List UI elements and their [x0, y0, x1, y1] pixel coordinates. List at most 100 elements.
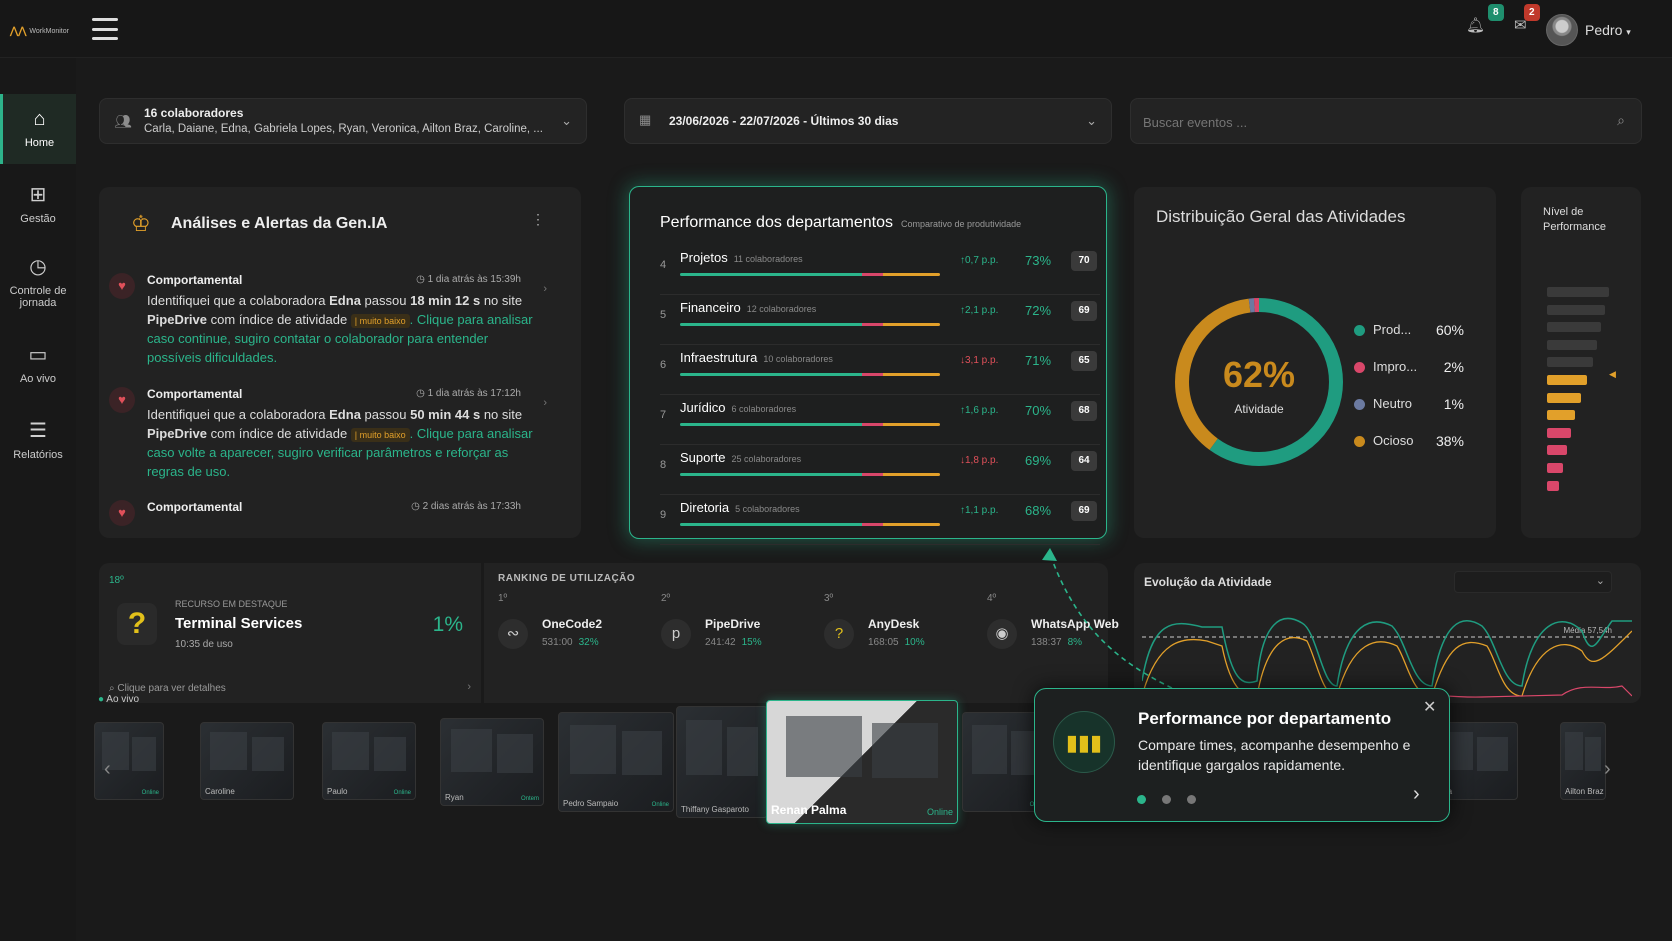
ai-lamp-icon: ♔	[131, 211, 151, 236]
department-rank: 8	[660, 459, 667, 471]
ranking-item[interactable]: 1º ∾ OneCode2 531:00 32%	[498, 593, 658, 649]
onboarding-tooltip: ▮▮▮ Performance por departamento Compare…	[1034, 688, 1450, 822]
live-thumbnail[interactable]: Pedro Sampaio Online	[558, 712, 674, 812]
messages-badge: 2	[1524, 4, 1540, 21]
productive-series	[1142, 617, 1632, 687]
featured-pct: 1%	[432, 613, 463, 636]
ranking-item[interactable]: 3º? AnyDesk 168:05 10%	[824, 593, 984, 649]
department-rank: 9	[660, 509, 667, 521]
alert-time: ◷ 2 dias atrás às 17:33h	[411, 501, 521, 512]
alert-type: Comportamental	[147, 273, 243, 287]
ai-alerts-card: ♔ Análises e Alertas da Gen.IA ⋮ ♥ Compo…	[99, 187, 581, 538]
department-row[interactable]: 7 Jurídico 6 colaboradores ↑1,6 p.p. 70% 68	[660, 395, 1100, 445]
legend-item: Ocioso 38%	[1354, 433, 1474, 449]
department-row[interactable]: 8 Suporte 25 colaboradores ↓1,8 p.p. 69% 64	[660, 445, 1100, 495]
activity-tag: | muito baixo	[350, 314, 410, 328]
legend-dot	[1354, 362, 1365, 374]
level-bar	[1547, 357, 1593, 368]
chevron-down-icon: ⌄	[1086, 113, 1097, 128]
chevron-right-icon: ›	[543, 397, 547, 409]
level-bar	[1547, 463, 1563, 473]
department-row[interactable]: 5 Financeiro 12 colaboradores ↑2,1 p.p. 72% 6…	[660, 295, 1100, 345]
sidebar-item-gestao[interactable]: ⊞ Gestão	[0, 182, 76, 242]
heart-icon: ♥	[109, 387, 135, 413]
thumbnail-status: Online	[141, 790, 159, 796]
close-icon[interactable]: ✕	[1423, 697, 1436, 717]
search-input[interactable]	[1143, 111, 1583, 133]
department-rank: 4	[660, 259, 667, 271]
date-range-filter[interactable]: ▦ 23/06/2026 - 22/07/2026 - Últimos 30 d…	[624, 98, 1112, 144]
ranking-title: RANKING DE UTILIZAÇÃO	[498, 573, 636, 584]
level-bar	[1547, 375, 1587, 385]
live-dot-icon: ●	[98, 694, 105, 705]
tooltip-next-icon[interactable]: ›	[1413, 783, 1420, 806]
chevron-down-icon: ⌄	[1595, 575, 1605, 587]
bell-icon[interactable]: 🔔︎	[1466, 16, 1485, 34]
search-icon[interactable]: ⌕	[1617, 112, 1625, 129]
alert-item[interactable]: ♥ Comportamental ◷ 2 dias atrás às 17:33…	[109, 500, 559, 538]
alert-type: Comportamental	[147, 387, 243, 401]
live-thumbnail[interactable]: Paulo Online	[322, 722, 416, 800]
live-thumbnail[interactable]: Thiffany Gasparoto	[676, 706, 768, 818]
level-bar	[1547, 304, 1605, 315]
level-bar	[1547, 392, 1581, 403]
bar-chart-icon: ▮▮▮	[1053, 711, 1115, 773]
menu-toggle-button[interactable]	[92, 18, 118, 40]
department-row[interactable]: 4 Projetos 11 colaboradores ↑0,7 p.p. 73% 70	[660, 245, 1100, 295]
department-count: 6 colaboradores	[731, 404, 797, 414]
featured-resource-card[interactable]: 18º ? RECURSO EM DESTAQUE Terminal Servi…	[99, 563, 481, 703]
ranking-stats: 241:42 15%	[705, 637, 762, 648]
alert-text: Identifiquei que a colaboradora Edna pas…	[147, 407, 533, 479]
department-name: Suporte 25 colaboradores	[680, 450, 802, 465]
department-name: Jurídico 6 colaboradores	[680, 400, 797, 415]
featured-usage: 10:35 de uso	[175, 639, 233, 650]
chevron-right-icon: ›	[467, 681, 471, 693]
department-pct: 73%	[1025, 253, 1052, 268]
donut-center-label: Atividade	[1234, 402, 1284, 416]
department-row[interactable]: 6 Infraestrutura 10 colaboradores ↓3,1 p.p.…	[660, 345, 1100, 395]
sidebar-item-ao-vivo[interactable]: ▭ Ao vivo	[0, 342, 76, 402]
featured-details-link[interactable]: ⌕ Clique para ver detalhes	[109, 683, 226, 694]
app-logo[interactable]: ⋀⋀ WorkMonitor	[10, 26, 69, 37]
level-bar	[1547, 480, 1559, 491]
search-events-field[interactable]: ⌕	[1130, 98, 1642, 144]
pagination-dot[interactable]	[1137, 795, 1146, 804]
tooltip-pagination	[1137, 791, 1212, 809]
sidebar-item-relatorios[interactable]: ☰ Relatórios	[0, 418, 76, 478]
live-thumbnail[interactable]: Caroline	[200, 722, 294, 800]
user-menu[interactable]: Pedro ▾	[1585, 22, 1631, 38]
thumbnail-name: Renan Palma	[771, 803, 847, 817]
carousel-prev-icon[interactable]: ‹	[104, 758, 111, 781]
live-thumbnail[interactable]: Ryan Ontem	[440, 718, 544, 806]
featured-label: RECURSO EM DESTAQUE	[175, 599, 288, 609]
sidebar-item-controle-jornada[interactable]: ◷ Controle de jornada	[0, 254, 76, 324]
period-select[interactable]: ⌄	[1454, 571, 1612, 593]
sidebar-item-home[interactable]: ⌂ Home	[0, 94, 76, 164]
thumbnail-name: Thiffany Gasparoto	[681, 805, 749, 814]
thumbnail-name: Paulo	[327, 787, 348, 796]
pagination-dot[interactable]	[1162, 795, 1171, 804]
department-row[interactable]: 9 Diretoria 5 colaboradores ↑1,1 p.p. 68% 69	[660, 495, 1100, 545]
tooltip-title: Performance por departamento	[1138, 709, 1392, 728]
performance-level-card: Nível de Performance ◀	[1521, 187, 1641, 538]
alert-item[interactable]: ♥ Comportamental ◷ 1 dia atrás às 15:39h…	[109, 273, 559, 373]
usage-ranking-card: RANKING DE UTILIZAÇÃO 1º ∾ OneCode2 531:00 3…	[484, 563, 1119, 703]
department-count: 5 colaboradores	[735, 504, 800, 514]
collaborators-filter[interactable]: 👥︎ 16 colaboradores Carla, Daiane, Edna,…	[99, 98, 587, 144]
thumbnail-status: Online	[926, 807, 953, 817]
live-thumbnail[interactable]: Renan Palma Online	[766, 700, 958, 824]
level-bar	[1547, 322, 1601, 333]
alert-item[interactable]: ♥ Comportamental ◷ 1 dia atrás às 17:12h…	[109, 387, 559, 487]
live-thumbnail[interactable]: Ailton Braz	[1560, 722, 1606, 800]
home-icon: ⌂	[33, 108, 46, 130]
ranking-item[interactable]: 2º p PipeDrive 241:42 15%	[661, 593, 821, 649]
thumbnail-name: Pedro Sampaio	[563, 799, 619, 808]
avatar[interactable]	[1546, 14, 1578, 46]
pagination-dot[interactable]	[1187, 795, 1196, 804]
department-bar	[680, 273, 940, 276]
department-rank: 5	[660, 309, 667, 321]
carousel-next-icon[interactable]: ›	[1604, 758, 1611, 781]
more-options-icon[interactable]: ⋮	[531, 211, 545, 228]
legend-item: Neutro 1%	[1354, 396, 1474, 412]
department-delta: ↑0,7 p.p.	[960, 255, 999, 266]
